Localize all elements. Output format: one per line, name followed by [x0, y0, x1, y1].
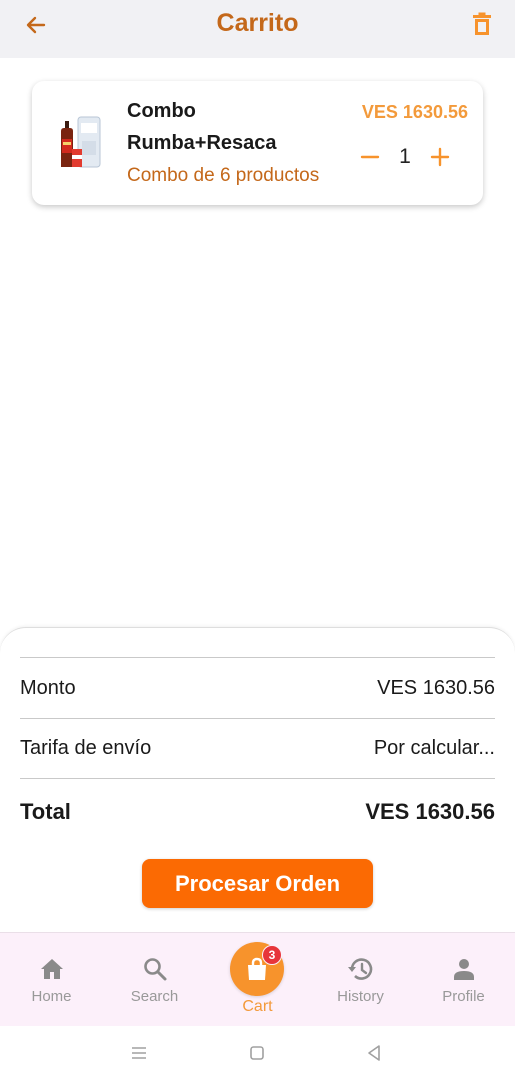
cart-count-badge: 3: [262, 945, 282, 965]
quantity-stepper: 1: [357, 142, 452, 172]
decrement-button[interactable]: [357, 142, 383, 172]
cart-item-card[interactable]: Combo Rumba+Resaca Combo de 6 productos …: [32, 81, 483, 205]
nav-item-home[interactable]: Home: [0, 933, 103, 1027]
amount-value: VES 1630.56: [377, 677, 495, 699]
total-label: Total: [20, 799, 71, 824]
nav-label-home: Home: [31, 988, 72, 1005]
home-square-icon: [250, 1046, 264, 1060]
nav-item-history[interactable]: History: [309, 933, 412, 1027]
product-image: [52, 111, 112, 175]
home-icon: [40, 959, 63, 979]
search-icon: [143, 958, 166, 981]
nav-item-search[interactable]: Search: [103, 933, 206, 1027]
recent-apps-button[interactable]: [127, 1041, 151, 1065]
divider: [20, 778, 495, 779]
divider: [20, 657, 495, 658]
shipping-label: Tarifa de envío: [20, 737, 152, 759]
history-icon: [347, 958, 372, 980]
back-system-button[interactable]: [362, 1041, 386, 1065]
clear-cart-button[interactable]: [467, 9, 497, 39]
app-bar: Carrito: [0, 0, 515, 58]
person-icon: [453, 959, 474, 980]
nav-item-cart[interactable]: Cart: [206, 933, 309, 1027]
page-title: Carrito: [216, 9, 299, 37]
nav-label-cart: Cart: [242, 998, 273, 1015]
plus-icon: [430, 147, 450, 167]
nav-label-profile: Profile: [442, 988, 485, 1005]
amount-label: Monto: [20, 677, 76, 699]
nav-label-history: History: [337, 988, 384, 1005]
product-price: VES 1630.56: [361, 102, 468, 122]
shipping-value: Por calcular...: [373, 737, 495, 759]
bottom-nav: Home Search Cart History Profile: [0, 932, 515, 1026]
order-summary-sheet: Monto VES 1630.56 Tarifa de envío Por ca…: [0, 627, 515, 932]
product-description: Combo de 6 productos: [127, 165, 320, 186]
trash-icon: [473, 12, 491, 35]
total-value: VES 1630.56: [365, 799, 495, 824]
product-name: Combo Rumba+Resaca: [127, 100, 277, 154]
divider: [20, 718, 495, 719]
recent-apps-icon: [132, 1047, 146, 1059]
system-nav-bar: [0, 1026, 515, 1080]
nav-item-profile[interactable]: Profile: [412, 933, 515, 1027]
process-order-button[interactable]: Procesar Orden: [142, 859, 373, 908]
quantity-value: 1: [399, 145, 411, 168]
back-triangle-icon: [368, 1045, 380, 1061]
home-system-button[interactable]: [245, 1041, 269, 1065]
nav-label-search: Search: [130, 988, 179, 1005]
minus-icon: [360, 155, 380, 159]
increment-button[interactable]: [427, 142, 453, 172]
